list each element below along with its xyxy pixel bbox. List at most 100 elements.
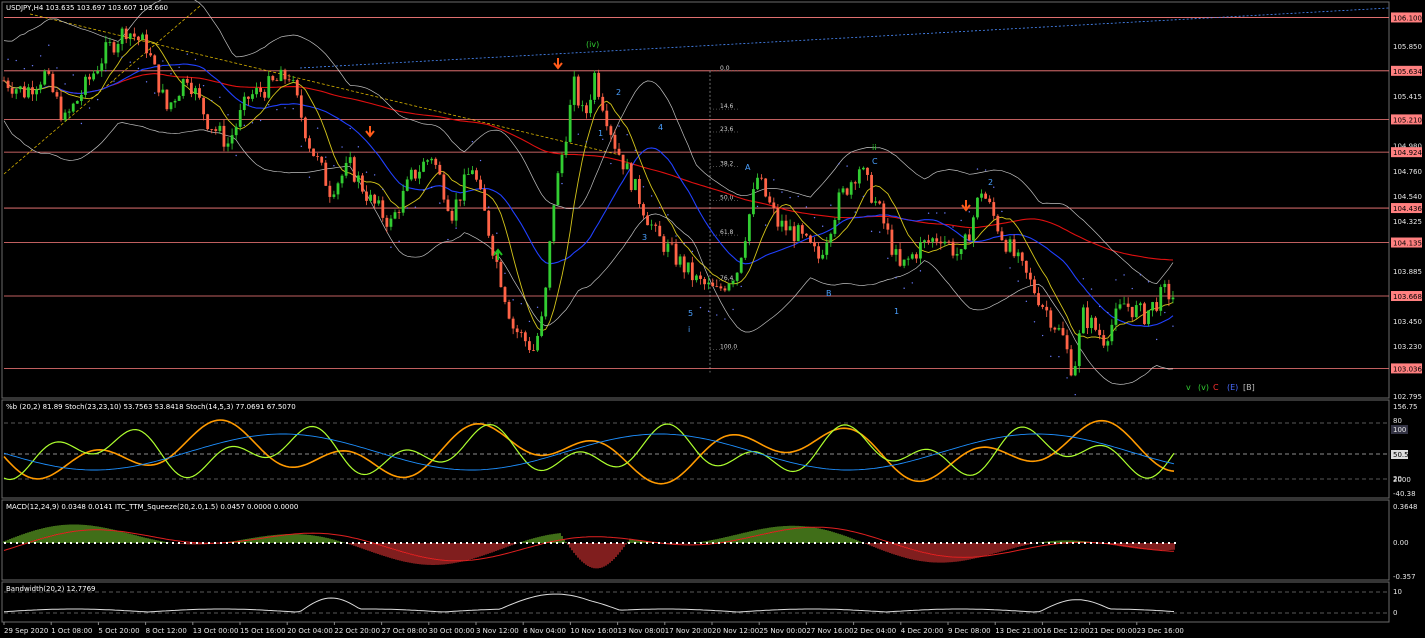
squeeze-dot [1108,542,1110,544]
candle-body [1122,303,1126,305]
candle-body [686,262,690,273]
squeeze-dot [616,542,618,544]
wave-label: C [1213,383,1219,392]
candle-body [943,241,947,244]
squeeze-dot [478,542,480,544]
squeeze-dot [226,542,228,544]
squeeze-dot [28,542,30,544]
squeeze-dot [310,542,312,544]
wave-label: ii [872,143,876,152]
psar-dot [357,146,360,148]
candle-body [633,178,637,191]
candle-body [173,100,177,103]
candle-body [14,89,18,94]
squeeze-dot [268,542,270,544]
psar-dot [178,66,180,69]
candle-body [483,189,487,211]
candle-body [723,288,727,291]
squeeze-dot [100,542,102,544]
squeeze-dot [82,542,84,544]
psar-dot [634,149,637,152]
price-level-text: 105.634 [1393,68,1422,76]
psar-dot [471,140,474,143]
psar-dot [406,207,408,209]
candle-body [605,110,609,127]
squeeze-dot [556,542,558,544]
candle-body [695,275,698,281]
wave-label: 2 [616,88,621,97]
candle-body [430,158,434,161]
psar-dot [667,214,669,216]
psar-dot [789,196,791,199]
candle-body [727,283,731,291]
candle-body [214,129,218,131]
wave-label: (v) [1198,383,1209,392]
candle-body [328,185,332,197]
candle-body [1049,310,1053,328]
candle-body [1077,333,1081,367]
candle-body [519,332,523,333]
squeeze-dot [874,542,876,544]
candle-body [18,86,22,90]
psar-dot [895,277,897,279]
candle-body [515,328,519,333]
candle-body [145,34,148,54]
squeeze-dot [298,542,300,544]
squeeze-dot [676,542,678,544]
candle-body [499,261,503,288]
squeeze-dot [592,542,594,544]
psar-dot [602,138,604,140]
macd-tick-label: -0.357 [1393,573,1416,581]
psar-dot [1033,321,1036,323]
squeeze-dot [1078,542,1080,544]
candle-body [369,194,372,201]
candle-body [666,243,670,252]
candle-body [438,164,442,175]
time-tick-label: 15 Oct 16:00 [240,627,286,635]
candle-body [1171,297,1175,300]
candle-body [422,161,425,172]
squeeze-dot [448,542,450,544]
psar-dot [447,238,449,241]
psar-dot [1164,311,1166,314]
osc-tick-label: 100 [1393,426,1406,434]
psar-dot [365,171,368,173]
psar-dot [936,212,938,214]
candle-body [401,190,405,213]
psar-dot [1041,334,1044,337]
squeeze-dot [232,542,234,544]
candle-body [564,141,568,155]
squeeze-dot [202,542,204,544]
squeeze-dot [988,542,990,544]
candle-body [699,275,702,279]
candle-body [1020,252,1024,261]
candle-body [809,235,812,243]
candle-body [804,233,808,236]
squeeze-dot [1144,542,1146,544]
psar-dot [276,108,278,111]
psar-dot [15,59,17,62]
candle-body [996,215,1000,232]
candle-body [1016,252,1020,257]
squeeze-dot [430,542,432,544]
candle-body [361,175,364,192]
candle-body [389,218,393,227]
candle-body [984,193,988,199]
candle-body [707,282,711,285]
squeeze-dot [964,542,966,544]
candle-body [747,214,751,242]
candle-body [100,63,104,71]
candle-body [800,225,804,234]
time-tick-label: 17 Nov 20:00 [665,627,712,635]
candle-body [825,242,829,255]
candle-body [377,200,381,204]
time-tick-label: 5 Oct 20:00 [98,627,139,635]
squeeze-dot [424,542,426,544]
symbol-header: USDJPY,H4 103.635 103.697 103.607 103.66… [6,4,168,12]
candle-body [471,170,474,175]
psar-dot [854,211,856,213]
candle-body [59,96,63,121]
squeeze-dot [484,542,486,544]
squeeze-dot [112,542,114,544]
candle-body [63,112,67,121]
